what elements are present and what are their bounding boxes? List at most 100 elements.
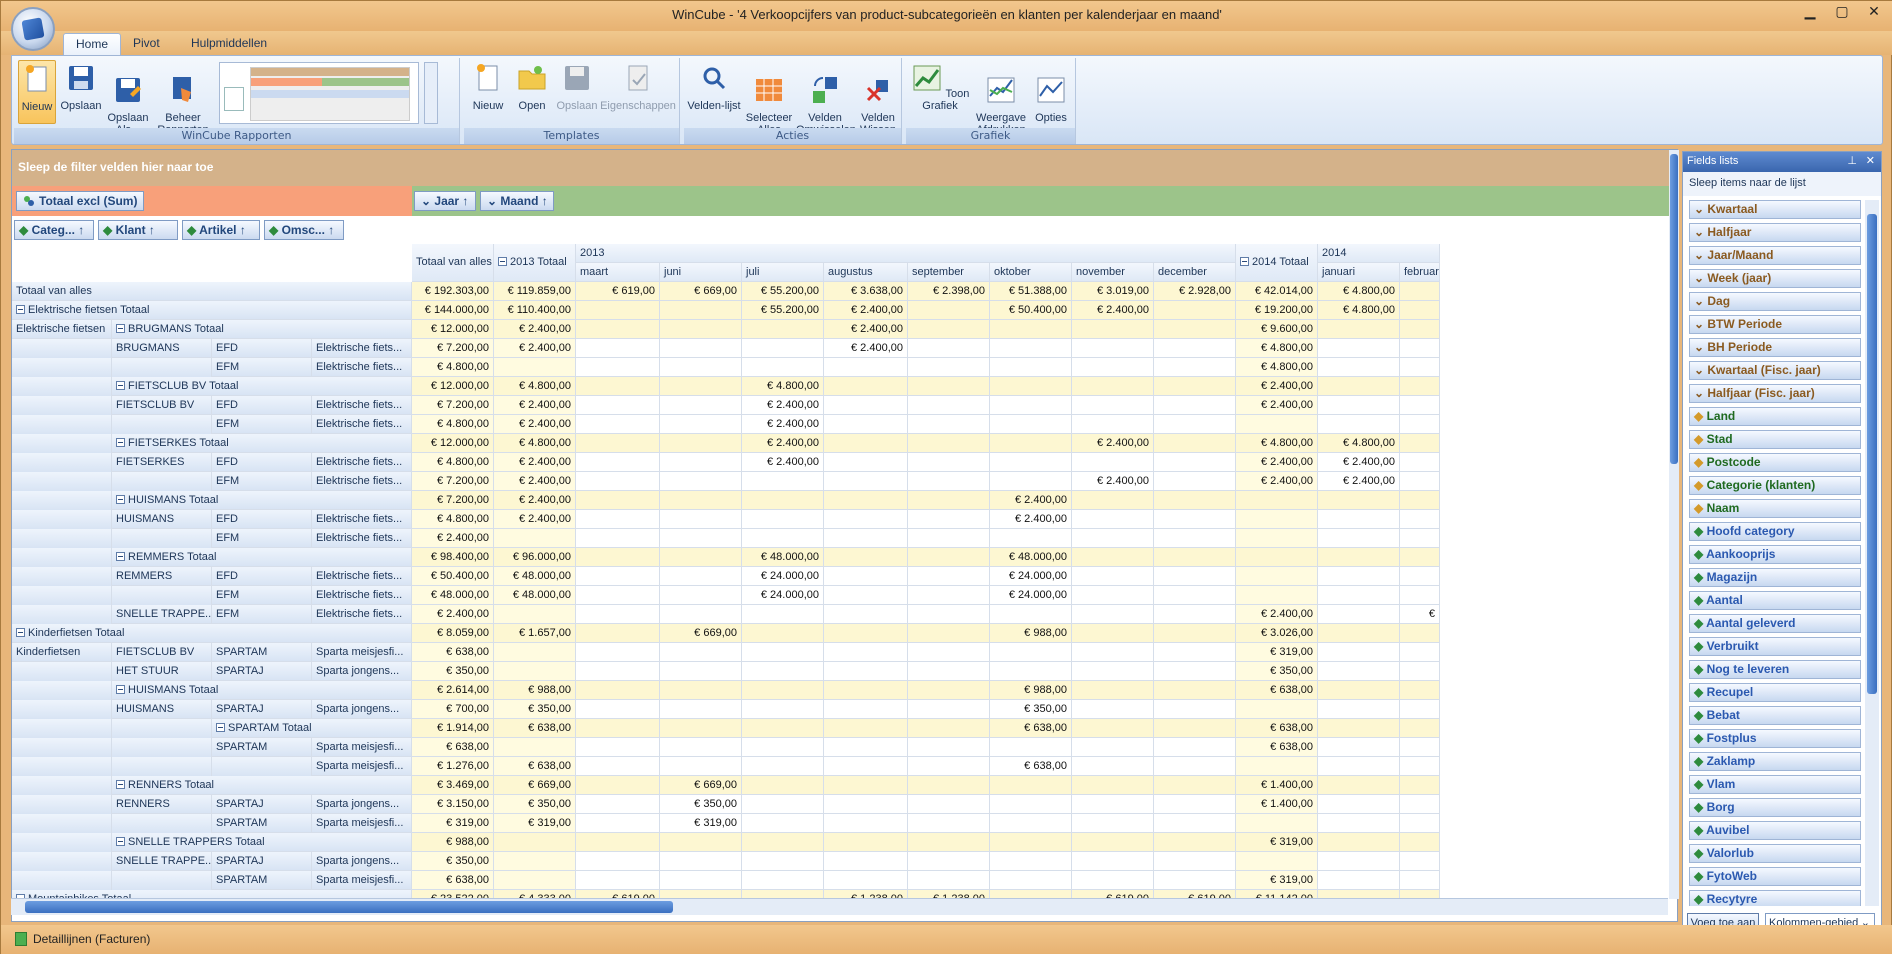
value-cell[interactable] [824,719,908,738]
value-cell[interactable] [908,586,990,605]
value-cell[interactable] [824,529,908,548]
value-cell[interactable] [1318,358,1400,377]
value-cell[interactable] [576,833,660,852]
field-item[interactable]: ◆ Categorie (klanten) [1689,476,1861,495]
value-cell[interactable] [1072,738,1154,757]
value-cell[interactable] [576,567,660,586]
value-cell[interactable] [1318,700,1400,719]
value-cell[interactable] [1236,510,1318,529]
value-cell[interactable] [824,377,908,396]
row-field-3[interactable]: ◆ Omsc... ↑ [264,220,344,240]
value-cell[interactable] [660,700,742,719]
value-cell[interactable]: € 48.000,00 [742,548,824,567]
value-cell[interactable] [1400,833,1440,852]
field-item[interactable]: ◆ Borg [1689,798,1861,817]
value-cell[interactable] [660,833,742,852]
value-cell[interactable]: € 319,00 [1236,871,1318,890]
value-cell[interactable]: € 2.400,00 [1236,472,1318,491]
value-cell[interactable] [1400,377,1440,396]
value-cell[interactable] [990,415,1072,434]
value-cell[interactable] [1400,472,1440,491]
value-cell[interactable] [576,453,660,472]
field-list-button[interactable]: Velden-lijst [686,60,742,124]
value-cell[interactable] [494,871,576,890]
value-cell[interactable] [824,643,908,662]
value-cell[interactable]: € 2.400,00 [742,415,824,434]
customer-total-row-header[interactable]: FIETSERKES Totaal [112,434,412,453]
value-cell[interactable]: € 988,00 [494,681,576,700]
value-cell[interactable] [1400,795,1440,814]
value-cell[interactable] [1236,586,1318,605]
value-cell[interactable] [824,586,908,605]
value-cell[interactable] [1154,719,1236,738]
value-cell[interactable] [742,776,824,795]
value-cell[interactable] [1072,662,1154,681]
value-cell[interactable]: € 2.400,00 [742,396,824,415]
value-cell[interactable] [1154,643,1236,662]
value-cell[interactable] [824,605,908,624]
tab-hulpmiddellen[interactable]: Hulpmiddellen [179,33,279,55]
value-cell[interactable] [990,529,1072,548]
value-cell[interactable] [494,833,576,852]
header-month[interactable]: juli [742,263,824,282]
value-cell[interactable] [1072,871,1154,890]
value-cell[interactable]: € 350,00 [660,795,742,814]
field-item[interactable]: ◆ Bebat [1689,706,1861,725]
value-cell[interactable] [1318,396,1400,415]
value-cell[interactable] [1400,434,1440,453]
field-item[interactable]: ◆ Stad [1689,430,1861,449]
value-cell[interactable]: € 2.400,00 [1318,472,1400,491]
value-cell[interactable] [1154,415,1236,434]
value-cell[interactable] [576,700,660,719]
grand-total-cell[interactable]: € 638,00 [412,738,494,757]
value-cell[interactable] [824,472,908,491]
value-cell[interactable] [742,681,824,700]
value-cell[interactable] [576,624,660,643]
collapse-toggle-icon[interactable] [116,438,125,447]
value-cell[interactable] [908,776,990,795]
collapse-toggle-icon[interactable] [216,723,225,732]
value-cell[interactable] [824,491,908,510]
grand-total-cell[interactable]: € 638,00 [412,871,494,890]
value-cell[interactable] [908,681,990,700]
value-cell[interactable] [1154,776,1236,795]
value-cell[interactable] [908,434,990,453]
value-cell[interactable]: € 988,00 [990,681,1072,700]
value-cell[interactable] [576,586,660,605]
field-item[interactable]: ◆ Land [1689,407,1861,426]
value-cell[interactable] [1400,358,1440,377]
value-cell[interactable]: € 319,00 [1236,643,1318,662]
value-cell[interactable]: € 48.000,00 [494,586,576,605]
grand-total-cell[interactable]: € 12.000,00 [412,320,494,339]
column-field-maand[interactable]: ⌄ Maand ↑ [480,191,554,211]
value-cell[interactable] [990,814,1072,833]
value-cell[interactable] [660,453,742,472]
value-cell[interactable] [824,738,908,757]
value-cell[interactable] [742,871,824,890]
value-cell[interactable] [1400,415,1440,434]
value-cell[interactable] [1400,776,1440,795]
value-cell[interactable] [1400,282,1440,301]
value-cell[interactable] [660,681,742,700]
header-month[interactable]: maart [576,263,660,282]
value-cell[interactable] [1154,529,1236,548]
value-cell[interactable]: € 619,00 [576,282,660,301]
value-cell[interactable] [576,738,660,757]
value-cell[interactable] [1236,491,1318,510]
value-cell[interactable] [576,415,660,434]
value-cell[interactable] [990,320,1072,339]
value-cell[interactable]: € 2.400,00 [494,415,576,434]
grand-total-cell[interactable]: € 7.200,00 [412,491,494,510]
value-cell[interactable]: € 2.400,00 [824,301,908,320]
field-item[interactable]: ⌄ BTW Periode [1689,315,1861,334]
value-cell[interactable] [990,643,1072,662]
value-cell[interactable] [1400,586,1440,605]
value-cell[interactable] [576,320,660,339]
value-cell[interactable] [1154,491,1236,510]
customer-total-row-header[interactable]: SNELLE TRAPPERS Totaal [112,833,412,852]
value-cell[interactable] [576,529,660,548]
value-cell[interactable] [1400,662,1440,681]
rapport-save-as-button[interactable]: Opslaan Als... [106,60,150,136]
value-cell[interactable] [1072,643,1154,662]
value-cell[interactable]: € 110.400,00 [494,301,576,320]
